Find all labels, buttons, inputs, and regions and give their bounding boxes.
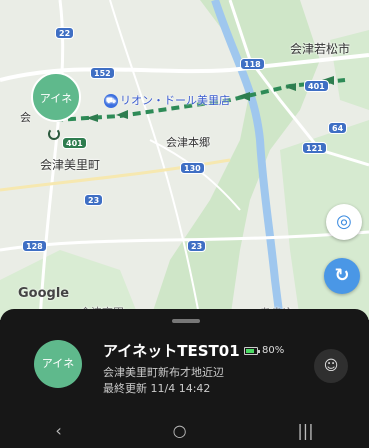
recents-icon[interactable]: ||| — [297, 421, 313, 440]
route-shield-64: 64 — [328, 122, 348, 134]
route-shield-118: 118 — [240, 58, 265, 70]
place-aizu-hongo: 会津本郷 — [166, 136, 210, 149]
battery-icon — [244, 346, 260, 355]
route-shield-22: 22 — [55, 27, 75, 39]
chat-bubble-icon[interactable]: ☺ — [314, 349, 348, 383]
crosshair-icon[interactable]: ◎ — [326, 204, 362, 240]
device-bottom-sheet[interactable]: アイネ アイネットTEST01 80% 会津美里町新布才地近辺 最終更新 11/… — [0, 309, 369, 448]
map-view[interactable]: 22 152 118 401 401 64 121 130 23 128 23 … — [0, 0, 369, 320]
sheet-drag-handle[interactable] — [172, 319, 200, 323]
home-icon[interactable]: ○ — [173, 421, 187, 440]
route-shield-23-upper: 23 — [84, 194, 104, 206]
route-shield-128: 128 — [22, 240, 47, 252]
back-icon[interactable]: ‹ — [55, 421, 61, 440]
battery-percent: 80% — [262, 345, 285, 356]
place-aizu-wakamatsu: 会津若松市 — [290, 42, 351, 56]
refresh-icon[interactable]: ↻ — [324, 258, 360, 294]
poi-name: リオン・ドール美里店 — [120, 94, 230, 107]
route-shield-121: 121 — [302, 142, 327, 154]
google-logo: Google — [18, 286, 70, 301]
shopping-cart-icon: ⛟ — [104, 94, 118, 108]
place-aizu-misato: 会津美里町 — [40, 158, 101, 172]
battery-status: 80% — [244, 345, 284, 356]
place-aizu-short: 会 — [20, 111, 31, 124]
device-name: アイネットTEST01 — [103, 342, 240, 360]
route-shield-130: 130 — [180, 162, 205, 174]
device-marker[interactable]: アイネ — [31, 72, 81, 122]
last-updated: 最終更新 11/4 14:42 — [103, 382, 211, 395]
route-shield-152: 152 — [90, 67, 115, 79]
route-shield-401-west: 401 — [62, 137, 87, 149]
device-avatar: アイネ — [34, 340, 82, 388]
current-location-ring — [48, 128, 60, 140]
battery-fill — [246, 348, 254, 353]
poi-supermarket[interactable]: ⛟ リオン・ドール美里店 — [104, 92, 230, 108]
system-nav-bar: ‹ ○ ||| — [0, 413, 369, 448]
device-address: 会津美里町新布才地近辺 — [103, 366, 224, 379]
app-screen: 22 152 118 401 401 64 121 130 23 128 23 … — [0, 0, 369, 448]
route-shield-401-east: 401 — [304, 80, 329, 92]
route-shield-23-lower: 23 — [187, 240, 207, 252]
